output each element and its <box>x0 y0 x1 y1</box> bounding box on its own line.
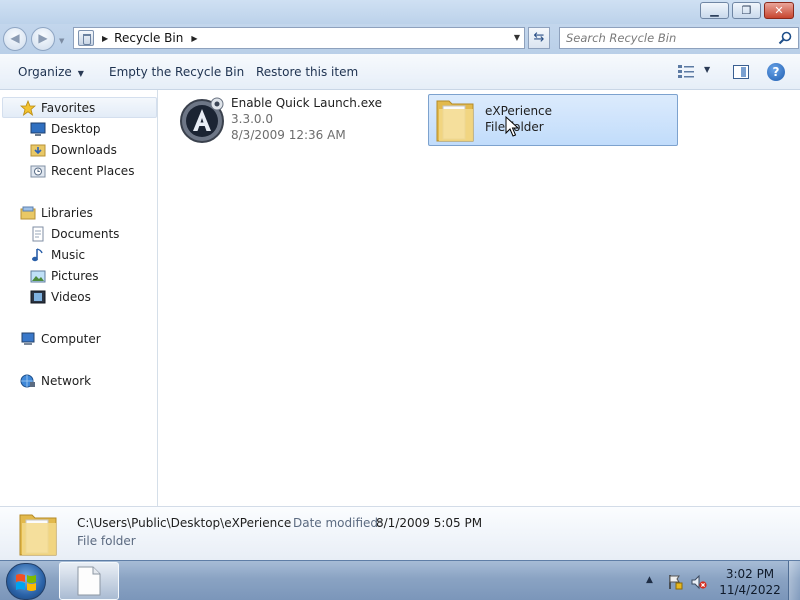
refresh-icon: ⇆ <box>533 30 545 45</box>
nav-music[interactable]: Music <box>30 245 85 265</box>
nav-downloads[interactable]: Downloads <box>30 140 117 160</box>
file-list <box>159 90 800 506</box>
file-item-experience[interactable]: eXPerience File folder <box>428 94 678 146</box>
windows-logo-icon <box>16 574 36 591</box>
taskbar: ▲ 3:02 PM 11/4/2022 <box>0 560 800 600</box>
minimize-icon: ▁ <box>710 4 719 17</box>
system-clock[interactable]: 3:02 PM 11/4/2022 <box>716 566 784 598</box>
view-details-icon <box>678 65 694 78</box>
file-version: 3.3.0.0 <box>231 112 273 126</box>
volume-muted-icon[interactable] <box>691 574 707 590</box>
file-date: 8/3/2009 12:36 AM <box>231 128 346 142</box>
downloads-folder-icon <box>30 144 46 157</box>
libraries-icon <box>20 206 36 220</box>
address-dropdown-icon[interactable]: ▼ <box>514 33 520 42</box>
nav-computer[interactable]: Computer <box>20 329 101 349</box>
nav-computer-label: Computer <box>41 332 101 346</box>
search-input[interactable] <box>566 28 776 48</box>
details-pane: C:\Users\Public\Desktop\eXPerience Date … <box>0 506 800 560</box>
documents-icon <box>32 226 44 242</box>
nav-desktop-label: Desktop <box>51 122 101 136</box>
organize-label: Organize <box>18 65 72 79</box>
breadcrumb-separator[interactable]: ▶ <box>102 34 108 43</box>
help-icon: ? <box>772 65 780 79</box>
details-file-type: File folder <box>77 534 136 548</box>
videos-film-icon <box>30 290 46 304</box>
title-bar: ▁ ❐ ✕ <box>0 0 800 24</box>
nav-libraries[interactable]: Libraries <box>20 203 93 223</box>
network-globe-icon <box>20 374 35 388</box>
action-center-flag-icon[interactable] <box>667 574 683 590</box>
nav-music-label: Music <box>51 248 86 262</box>
change-view-button[interactable]: ▼ <box>678 64 714 80</box>
nav-documents-label: Documents <box>51 227 120 241</box>
preview-pane-button[interactable] <box>733 65 749 79</box>
breadcrumb-recycle-bin[interactable]: Recycle Bin <box>114 31 183 45</box>
window-controls: ▁ ❐ ✕ <box>700 2 794 19</box>
back-button[interactable]: ◀ <box>3 27 27 51</box>
blank-document-icon <box>77 566 101 596</box>
nav-documents[interactable]: Documents <box>30 224 119 244</box>
back-arrow-icon: ◀ <box>10 31 20 45</box>
restore-icon: ❐ <box>741 4 752 17</box>
star-icon <box>20 100 36 116</box>
file-item-enable-quick-launch[interactable]: Enable Quick Launch.exe 3.3.0.0 8/3/2009… <box>178 96 418 146</box>
nav-pictures-label: Pictures <box>51 269 99 283</box>
minimize-button[interactable]: ▁ <box>700 2 729 19</box>
nav-favorites-label: Favorites <box>41 101 96 115</box>
date-modified-label: Date modified: <box>293 516 383 530</box>
file-name: Enable Quick Launch.exe <box>231 96 382 110</box>
nav-libraries-label: Libraries <box>41 206 93 220</box>
music-note-icon <box>32 248 43 262</box>
search-icon[interactable] <box>778 31 792 45</box>
date-modified-value: 8/1/2009 5:05 PM <box>376 516 483 530</box>
nav-videos[interactable]: Videos <box>30 287 91 307</box>
restore-item-button[interactable]: Restore this item <box>256 65 358 79</box>
start-button[interactable] <box>6 563 46 600</box>
details-path: C:\Users\Public\Desktop\eXPerience <box>77 516 292 530</box>
chevron-down-icon: ▼ <box>77 69 84 78</box>
nav-desktop[interactable]: Desktop <box>30 119 101 139</box>
maximize-button[interactable]: ❐ <box>732 2 761 19</box>
taskbar-explorer-button[interactable] <box>59 562 119 600</box>
mouse-cursor-icon <box>505 116 519 137</box>
nav-recent-places[interactable]: Recent Places <box>30 161 134 181</box>
search-box[interactable] <box>559 27 799 49</box>
clock-time: 3:02 PM <box>725 567 775 581</box>
recycle-bin-icon <box>78 30 94 46</box>
empty-recycle-bin-button[interactable]: Empty the Recycle Bin <box>109 65 244 79</box>
recent-pages-dropdown[interactable]: ▼ <box>59 37 64 45</box>
view-dropdown-icon: ▼ <box>704 65 711 74</box>
help-button[interactable]: ? <box>767 63 785 81</box>
forward-button[interactable]: ▶ <box>31 27 55 51</box>
nav-network-label: Network <box>41 374 92 388</box>
show-hidden-icons-button[interactable]: ▲ <box>646 575 653 585</box>
recent-places-icon <box>30 165 46 178</box>
computer-icon <box>21 332 35 345</box>
nav-downloads-label: Downloads <box>51 143 117 157</box>
clock-date: 11/4/2022 <box>719 583 781 597</box>
app-icon <box>180 97 224 143</box>
organize-button[interactable]: Organize ▼ <box>18 65 84 79</box>
nav-videos-label: Videos <box>51 290 91 304</box>
desktop-icon <box>30 122 46 136</box>
refresh-button[interactable]: ⇆ <box>528 27 550 49</box>
nav-network[interactable]: Network <box>20 371 91 391</box>
address-bar[interactable]: ▶ Recycle Bin ▶ ▼ <box>73 27 525 49</box>
nav-recent-places-label: Recent Places <box>51 164 135 178</box>
breadcrumb-chevron[interactable]: ▶ <box>191 34 197 43</box>
pictures-icon <box>30 270 46 283</box>
nav-pictures[interactable]: Pictures <box>30 266 99 286</box>
details-folder-icon <box>19 514 57 556</box>
folder-icon <box>436 100 474 142</box>
close-icon: ✕ <box>774 4 784 17</box>
show-desktop-button[interactable] <box>788 561 800 600</box>
nav-favorites[interactable]: Favorites <box>20 98 95 118</box>
forward-arrow-icon: ▶ <box>38 31 48 45</box>
command-bar: Organize ▼ Empty the Recycle Bin Restore … <box>0 54 800 90</box>
close-button[interactable]: ✕ <box>764 2 794 19</box>
